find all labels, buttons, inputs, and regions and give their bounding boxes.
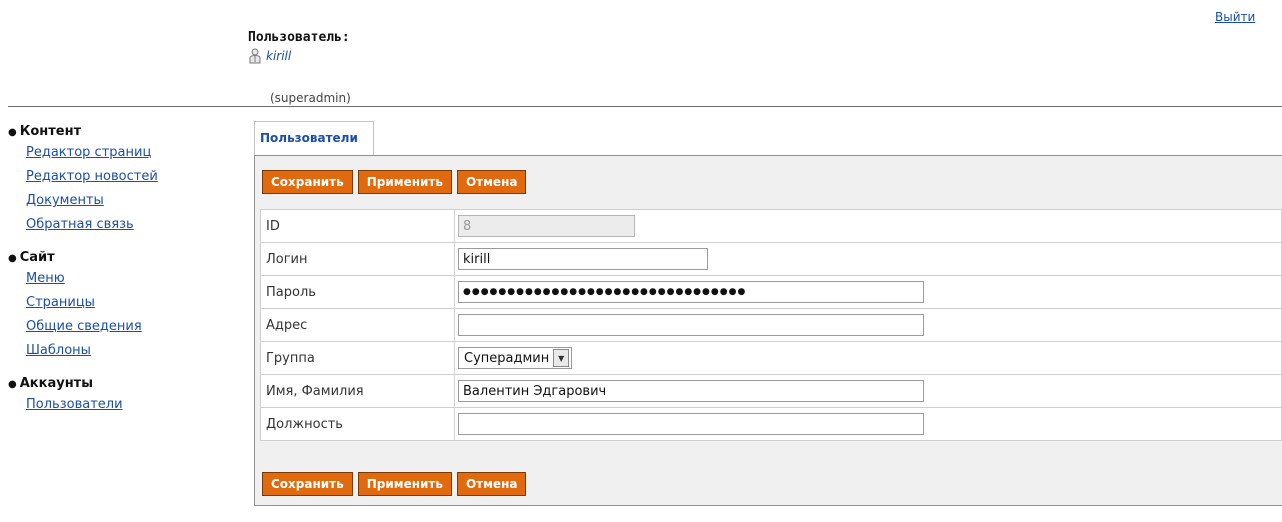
user-label: Пользователь:	[248, 30, 350, 45]
sidebar-heading: ● Аккаунты	[8, 376, 93, 391]
tab-users[interactable]: Пользователи	[254, 121, 374, 155]
sidebar-item-templates[interactable]: Шаблоны	[26, 339, 238, 363]
user-icon	[248, 48, 262, 64]
user-role: (superadmin)	[270, 91, 351, 105]
sidebar-item-users[interactable]: Пользователи	[26, 393, 238, 417]
field-label: Логин	[260, 242, 455, 276]
form-row-login: Логин	[260, 242, 1282, 276]
form-row-address: Адрес	[260, 308, 1282, 342]
sidebar-heading: ● Сайт	[8, 250, 55, 265]
user-info: Пользователь: kirill	[248, 30, 350, 64]
form-row-position: Должность	[260, 407, 1282, 441]
group-select-value: Суперадмин	[464, 350, 550, 366]
top-button-row: Сохранить Применить Отмена	[262, 170, 527, 194]
id-field	[458, 215, 635, 237]
sidebar-item-news-editor[interactable]: Редактор новостей	[26, 165, 238, 189]
logout-link[interactable]: Выйти	[1215, 10, 1255, 24]
login-field[interactable]	[458, 248, 708, 270]
fullname-field[interactable]	[458, 380, 924, 402]
user-form: ID Логин Пароль ●●●●●●●●●●●●●●●●●●●●●●●●…	[260, 209, 1282, 441]
group-select[interactable]: Суперадмин ▼	[458, 347, 573, 369]
form-row-fullname: Имя, Фамилия	[260, 374, 1282, 408]
apply-button[interactable]: Применить	[357, 170, 452, 194]
field-label: Должность	[260, 407, 455, 441]
user-line: kirill	[248, 48, 350, 64]
user-name: kirill	[266, 49, 292, 63]
field-label: ID	[260, 209, 455, 243]
sidebar-section-content: ● Контент Редактор страниц Редактор новос…	[8, 123, 238, 237]
address-field[interactable]	[458, 314, 924, 336]
field-label: Имя, Фамилия	[260, 374, 455, 408]
sidebar-item-page-editor[interactable]: Редактор страниц	[26, 141, 238, 165]
sidebar-item-menu[interactable]: Меню	[26, 267, 238, 291]
position-field[interactable]	[458, 413, 924, 435]
form-row-group: Группа Суперадмин ▼	[260, 341, 1282, 375]
form-row-password: Пароль ●●●●●●●●●●●●●●●●●●●●●●●●●●●●●●●●	[260, 275, 1282, 309]
cancel-button[interactable]: Отмена	[456, 170, 527, 194]
sidebar-item-feedback[interactable]: Обратная связь	[26, 213, 238, 237]
chevron-down-icon[interactable]: ▼	[553, 349, 570, 367]
sidebar: ● Контент Редактор страниц Редактор новос…	[8, 123, 238, 429]
apply-button[interactable]: Применить	[357, 472, 452, 496]
bottom-button-row: Сохранить Применить Отмена	[262, 472, 527, 496]
cancel-button[interactable]: Отмена	[456, 472, 527, 496]
sidebar-heading: ● Контент	[8, 124, 82, 139]
form-row-id: ID	[260, 209, 1282, 243]
field-label: Группа	[260, 341, 455, 375]
header-divider	[8, 106, 1282, 107]
sidebar-section-accounts: ● Аккаунты Пользователи	[8, 375, 238, 417]
save-button[interactable]: Сохранить	[262, 170, 353, 194]
sidebar-item-pages[interactable]: Страницы	[26, 291, 238, 315]
save-button[interactable]: Сохранить	[262, 472, 353, 496]
password-field[interactable]: ●●●●●●●●●●●●●●●●●●●●●●●●●●●●●●●●	[458, 281, 924, 303]
field-label: Пароль	[260, 275, 455, 309]
field-label: Адрес	[260, 308, 455, 342]
sidebar-item-documents[interactable]: Документы	[26, 189, 238, 213]
sidebar-section-site: ● Сайт Меню Страницы Общие сведения Шабло…	[8, 249, 238, 363]
sidebar-item-general-info[interactable]: Общие сведения	[26, 315, 238, 339]
